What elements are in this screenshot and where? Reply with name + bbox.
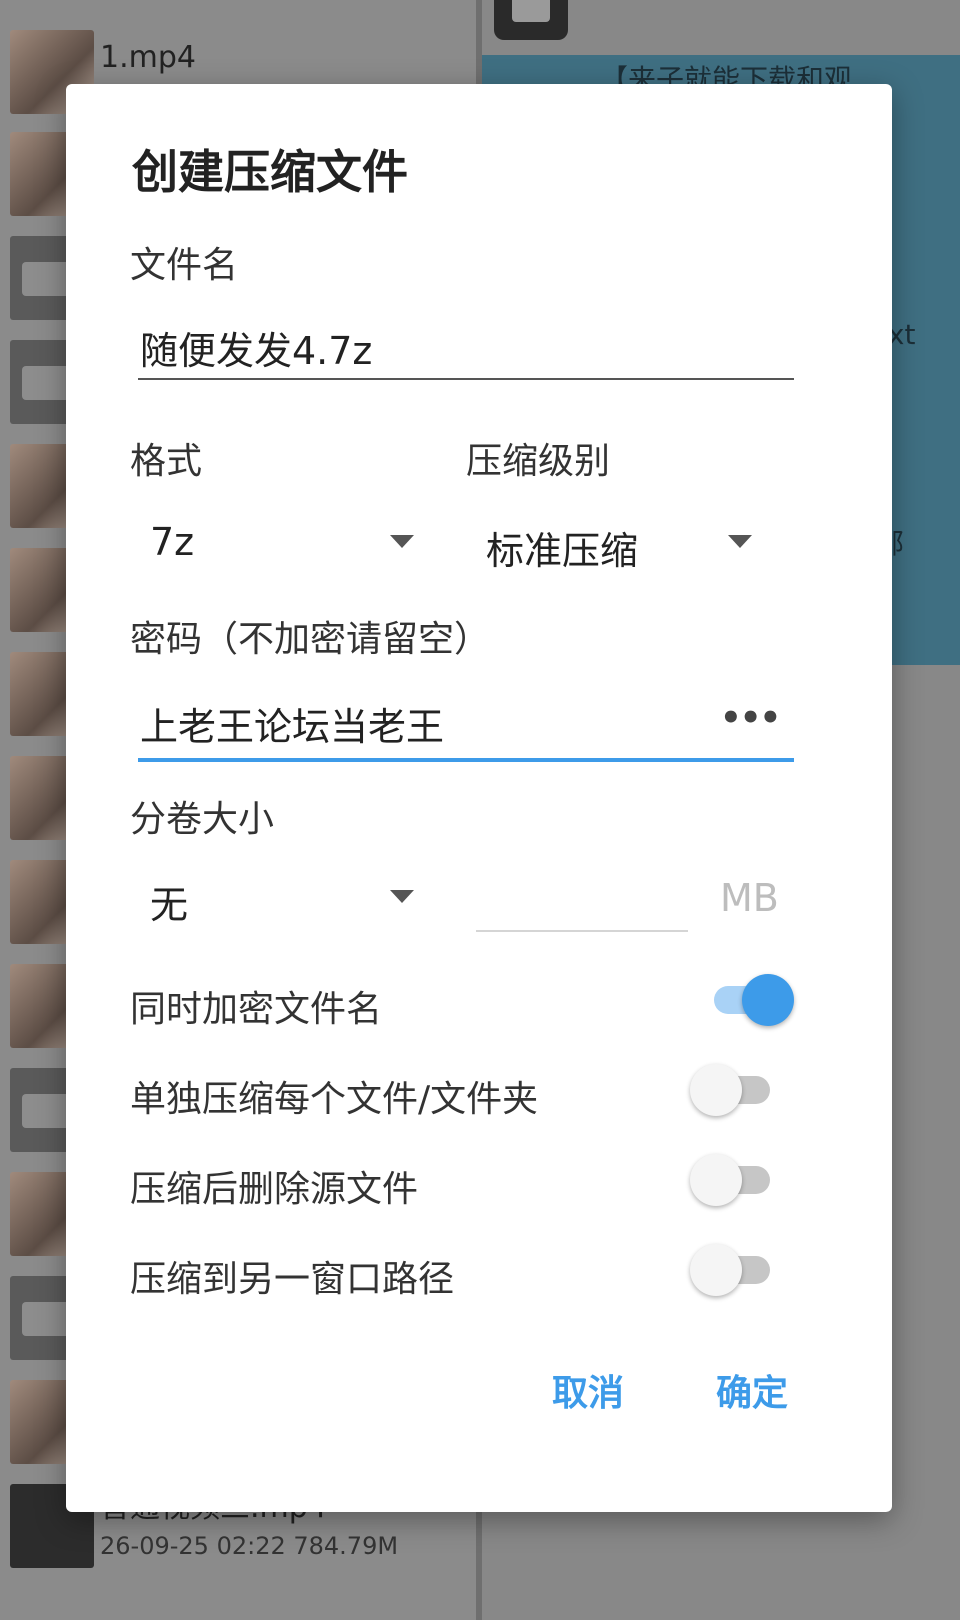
more-options-icon[interactable]: ••• bbox=[720, 698, 781, 738]
cancel-button[interactable]: 取消 bbox=[552, 1364, 624, 1416]
option-label: 同时加密文件名 bbox=[130, 989, 383, 1030]
dropdown-arrow-icon bbox=[390, 535, 414, 548]
compress-separately-toggle[interactable] bbox=[690, 1064, 780, 1116]
file-name: 1.mp4 bbox=[100, 40, 196, 75]
password-label: 密码（不加密请留空） bbox=[130, 619, 491, 660]
compression-level-value: 标准压缩 bbox=[486, 529, 639, 573]
delete-source-toggle[interactable] bbox=[690, 1154, 780, 1206]
password-underline bbox=[138, 758, 794, 762]
filename-input[interactable]: 随便发发4.7z bbox=[140, 320, 372, 375]
split-size-input[interactable] bbox=[476, 864, 688, 932]
dialog-title: 创建压缩文件 bbox=[132, 145, 408, 199]
file-meta: 26-09-25 02:22 784.79M bbox=[100, 1532, 399, 1560]
filename-label: 文件名 bbox=[130, 245, 239, 286]
split-size-value: 无 bbox=[150, 883, 189, 927]
toggle-thumb bbox=[690, 1154, 742, 1206]
option-label: 单独压缩每个文件/文件夹 bbox=[130, 1079, 539, 1120]
filename-underline bbox=[138, 378, 794, 380]
dropdown-arrow-icon bbox=[390, 890, 414, 903]
toggle-thumb bbox=[690, 1064, 742, 1116]
dropdown-arrow-icon bbox=[728, 535, 752, 548]
toggle-thumb bbox=[690, 1244, 742, 1296]
toggle-thumb bbox=[742, 974, 794, 1026]
option-label: 压缩到另一窗口路径 bbox=[130, 1259, 455, 1300]
split-size-label: 分卷大小 bbox=[130, 799, 275, 840]
password-input[interactable]: 上老王论坛当老王 bbox=[140, 696, 444, 751]
compression-level-label: 压缩级别 bbox=[466, 441, 611, 482]
compress-to-other-pane-toggle[interactable] bbox=[690, 1244, 780, 1296]
format-label: 格式 bbox=[130, 441, 203, 482]
ok-button[interactable]: 确定 bbox=[716, 1364, 788, 1416]
format-value: 7z bbox=[150, 520, 195, 564]
split-size-unit: MB bbox=[720, 876, 779, 920]
option-label: 压缩后删除源文件 bbox=[130, 1169, 419, 1210]
split-size-underline bbox=[476, 930, 688, 932]
create-archive-dialog: 创建压缩文件 文件名 随便发发4.7z 格式 压缩级别 7z 标准压缩 密码（不… bbox=[66, 84, 892, 1512]
folder-icon bbox=[494, 0, 568, 40]
encrypt-filenames-toggle[interactable] bbox=[704, 974, 794, 1026]
